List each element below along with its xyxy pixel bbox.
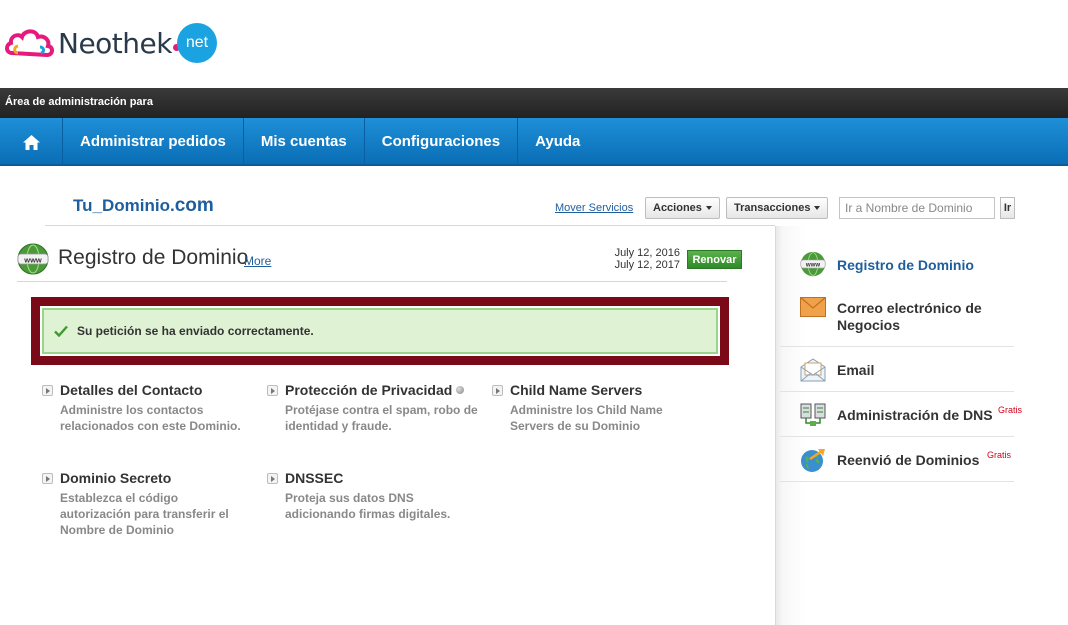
- domain-search-input[interactable]: [839, 197, 995, 219]
- arrow-right-icon: [267, 473, 278, 484]
- dns-servers-icon: [800, 403, 826, 426]
- sidebar-item-label: Email: [837, 362, 875, 378]
- nav-configuraciones[interactable]: Configuraciones: [365, 118, 519, 166]
- home-icon: [22, 134, 40, 150]
- sidebar-item-label: Administración de DNS: [837, 407, 993, 424]
- arrow-right-icon: [492, 385, 503, 396]
- neothek-logo[interactable]: Neothek net: [4, 22, 217, 64]
- success-message: Su petición se ha enviado correctamente.: [42, 308, 718, 354]
- checkmark-icon: [54, 325, 68, 337]
- open-envelope-icon: [800, 358, 826, 382]
- svg-text:www: www: [23, 255, 42, 264]
- home-button[interactable]: [0, 118, 63, 166]
- sidebar-item-reenvio-dominios[interactable]: Reenvió de Dominios Gratis: [780, 437, 1014, 482]
- feature-title-text: Protección de Privacidad: [285, 382, 453, 398]
- registration-dates: July 12, 2016 July 12, 2017: [600, 247, 680, 271]
- globe-arrow-icon: [801, 449, 825, 472]
- domain-name-label: Tu_Dominio.: [73, 196, 175, 215]
- sidebar-item-label-text: Administración de DNS: [837, 407, 993, 423]
- acciones-label: Acciones: [653, 202, 702, 214]
- chevron-down-icon: [814, 206, 821, 211]
- feature-title[interactable]: Detalles del Contacto: [60, 382, 202, 398]
- more-link[interactable]: More: [244, 254, 271, 268]
- feature-title[interactable]: Protección de Privacidad: [285, 382, 465, 398]
- page-title: Registro de Dominio: [58, 246, 249, 269]
- sidebar-item-label: Registro de Dominio: [837, 257, 974, 273]
- envelope-icon: [800, 297, 826, 317]
- transacciones-label: Transacciones: [734, 202, 811, 214]
- arrow-right-icon: [267, 385, 278, 396]
- feature-desc: Protéjase contra el spam, robo de identi…: [285, 403, 478, 433]
- sidebar-item-registro-dominio[interactable]: www Registro de Dominio: [780, 241, 1014, 286]
- divider: [45, 225, 775, 226]
- transacciones-dropdown[interactable]: Transacciones: [726, 197, 829, 219]
- main-nav: Administrar pedidos Mis cuentas Configur…: [0, 118, 1068, 166]
- sidebar-item-email[interactable]: Email: [780, 347, 1014, 392]
- success-message-text: Su petición se ha enviado correctamente.: [77, 324, 314, 338]
- sidebar-item-dns[interactable]: Administración de DNS Gratis: [780, 392, 1022, 437]
- date-start: July 12, 2016: [614, 247, 680, 259]
- divider: [17, 281, 727, 282]
- date-end: July 12, 2017: [614, 259, 680, 271]
- nav-mis-cuentas[interactable]: Mis cuentas: [244, 118, 365, 166]
- arrow-right-icon: [42, 473, 53, 484]
- feature-desc: Administre los Child Name Servers de su …: [510, 403, 663, 433]
- gratis-badge: Gratis: [998, 405, 1023, 415]
- acciones-dropdown[interactable]: Acciones: [645, 197, 720, 219]
- status-dot-icon: [456, 386, 465, 394]
- success-message-highlight: Su petición se ha enviado correctamente.: [31, 297, 729, 365]
- feature-title[interactable]: DNSSEC: [285, 470, 343, 486]
- sidebar: www Registro de Dominio Correo electróni…: [775, 226, 1068, 625]
- go-button[interactable]: Ir: [1000, 197, 1015, 219]
- feature-desc: Establezca el código autorización para t…: [60, 491, 229, 537]
- nav-ayuda[interactable]: Ayuda: [518, 118, 597, 166]
- logo-net-badge: net: [176, 23, 217, 63]
- feature-desc: Administre los contactos relacionados co…: [60, 403, 241, 433]
- cloud-logo-icon: [5, 29, 54, 58]
- sidebar-item-label: Reenvió de Dominios: [837, 452, 980, 468]
- chevron-down-icon: [705, 206, 712, 211]
- sidebar-item-correo-negocios[interactable]: Correo electrónico de Negocios: [780, 286, 1014, 347]
- feature-title[interactable]: Child Name Servers: [510, 382, 642, 398]
- mover-servicios-link[interactable]: Mover Servicios: [555, 202, 633, 214]
- arrow-right-icon: [42, 385, 53, 396]
- admin-bar: Área de administración para: [0, 88, 1068, 118]
- sidebar-item-label: Correo electrónico de Negocios: [837, 300, 982, 333]
- feature-title[interactable]: Dominio Secreto: [60, 470, 171, 486]
- renew-button[interactable]: Renovar: [687, 250, 742, 269]
- domain-name: Tu_Dominio.com: [73, 195, 214, 217]
- domain-tld: com: [174, 195, 214, 216]
- nav-administrar-pedidos[interactable]: Administrar pedidos: [63, 118, 244, 166]
- gratis-badge: Gratis: [987, 450, 1012, 460]
- www-globe-icon: www: [17, 243, 49, 275]
- logo-text: Neothek: [58, 26, 172, 60]
- feature-desc: Proteja sus datos DNS adicionando firmas…: [285, 491, 451, 521]
- svg-text:www: www: [805, 262, 820, 269]
- www-globe-icon: www: [800, 251, 826, 277]
